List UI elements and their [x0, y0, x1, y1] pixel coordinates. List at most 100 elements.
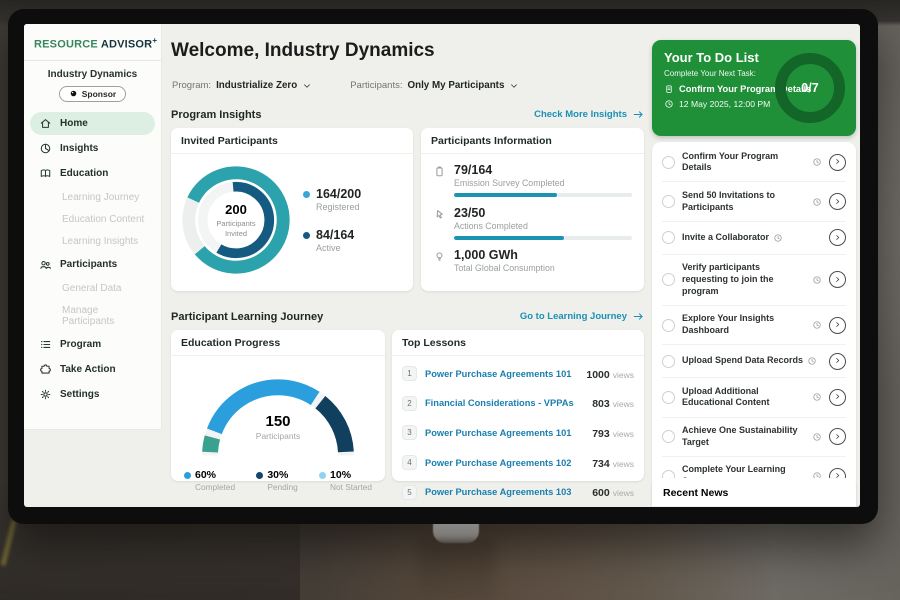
task-row[interactable]: Achieve One Sustainability Target — [662, 418, 846, 457]
donut-center: 200 Participants Invited — [177, 161, 295, 279]
clock-icon — [812, 392, 822, 402]
task-row[interactable]: Send 50 Invitations to Participants — [662, 182, 846, 221]
task-checkbox[interactable] — [662, 156, 675, 169]
sidebar-item[interactable]: Participants — [30, 253, 155, 276]
lesson-row[interactable]: 5 Power Purchase Agreements 103 600views — [392, 477, 644, 507]
sidebar-item[interactable]: Home — [30, 112, 155, 135]
metric-value: 79/164 — [454, 163, 632, 177]
task-checkbox[interactable] — [662, 319, 675, 332]
legend-dot — [303, 191, 310, 198]
sidebar-item[interactable]: Insights — [30, 137, 155, 160]
learning-journey-title: Participant Learning Journey — [171, 311, 323, 323]
invited-legend: 164/200 Registered 84/164 Active — [303, 187, 361, 253]
task-label: Upload Spend Data Records — [682, 355, 803, 367]
go-to-learning-journey-link[interactable]: Go to Learning Journey — [520, 310, 645, 323]
home-icon — [39, 117, 52, 130]
metric-progress-fill — [454, 193, 557, 197]
chevron-right-icon — [833, 233, 843, 243]
chevron-right-icon — [833, 275, 843, 285]
legend-label: Active — [316, 243, 354, 253]
lesson-rank-badge: 4 — [402, 455, 417, 470]
task-label: Confirm Your Program Details — [682, 151, 808, 174]
lesson-row[interactable]: 2 Financial Considerations - VPPAs 803vi… — [392, 389, 644, 419]
sidebar-item[interactable]: Settings — [30, 383, 155, 406]
lesson-row[interactable]: 4 Power Purchase Agreements 102 734views — [392, 448, 644, 478]
learning-journey-header: Participant Learning Journey Go to Learn… — [171, 310, 645, 323]
lesson-title-link[interactable]: Financial Considerations - VPPAs — [425, 398, 584, 408]
task-checkbox[interactable] — [662, 273, 675, 286]
task-checkbox[interactable] — [662, 195, 675, 208]
legend-dot — [256, 472, 263, 479]
task-row[interactable]: Invite a Collaborator — [662, 222, 846, 255]
lesson-title-link[interactable]: Power Purchase Agreements 101 — [425, 428, 584, 438]
task-row[interactable]: Verify participants requesting to join t… — [662, 255, 846, 306]
org-name: Industry Dynamics — [28, 69, 157, 80]
todo-progress-ring: 0/7 — [775, 53, 845, 123]
metric-progress-track — [454, 236, 632, 240]
program-insights-title: Program Insights — [171, 109, 261, 121]
sidebar-item[interactable]: Education Content — [30, 209, 155, 229]
clock-icon — [812, 320, 822, 330]
participants-filter[interactable]: Participants: Only My Participants — [350, 80, 519, 91]
lesson-row[interactable]: 1 Power Purchase Agreements 101 1000view… — [392, 359, 644, 389]
invited-donut-chart: 200 Participants Invited — [177, 161, 295, 279]
gauge-center: 150 Participants — [189, 413, 367, 441]
lesson-views-suffix: views — [613, 488, 634, 498]
task-label: Invite a Collaborator — [682, 232, 769, 244]
legend-label: Registered — [316, 202, 361, 212]
task-go-button[interactable] — [829, 154, 846, 171]
sidebar-item-label: Insights — [60, 143, 98, 154]
lesson-row[interactable]: 3 Power Purchase Agreements 101 793views — [392, 418, 644, 448]
task-row[interactable]: Upload Additional Educational Content — [662, 378, 846, 417]
task-row[interactable]: Confirm Your Program Details — [662, 143, 846, 182]
task-checkbox[interactable] — [662, 231, 675, 244]
sidebar-item[interactable]: Learning Journey — [30, 187, 155, 207]
lesson-views-suffix: views — [613, 370, 634, 380]
task-label: Send 50 Invitations to Participants — [682, 190, 808, 213]
task-go-button[interactable] — [829, 271, 846, 288]
recent-news-card: Recent News — [652, 478, 856, 507]
edu-legend-item: 60% Completed — [184, 469, 235, 492]
gauge-center-value: 150 — [189, 413, 367, 430]
todo-summary-card: Your To Do List Complete Your Next Task:… — [652, 40, 856, 136]
sidebar-item[interactable]: Program — [30, 333, 155, 356]
task-checkbox[interactable] — [662, 430, 675, 443]
recent-news-title: Recent News — [652, 478, 856, 507]
sidebar-item[interactable]: Manage Participants — [30, 300, 155, 331]
task-checkbox[interactable] — [662, 355, 675, 368]
sidebar-item[interactable]: General Data — [30, 278, 155, 298]
task-label: Explore Your Insights Dashboard — [682, 313, 808, 336]
task-go-button[interactable] — [829, 229, 846, 246]
metric-label: Emission Survey Completed — [454, 178, 632, 188]
lesson-title-link[interactable]: Power Purchase Agreements 102 — [425, 458, 584, 468]
metric-row: 79/164 Emission Survey Completed — [433, 163, 632, 197]
metric-value: 1,000 GWh — [454, 248, 632, 262]
lesson-views-count: 1000 — [586, 369, 609, 381]
program-filter[interactable]: Program: Industrialize Zero — [172, 80, 312, 91]
go-to-learning-journey-label: Go to Learning Journey — [520, 311, 627, 322]
task-row[interactable]: Explore Your Insights Dashboard — [662, 306, 846, 345]
task-go-button[interactable] — [829, 428, 846, 445]
task-checkbox[interactable] — [662, 391, 675, 404]
sidebar-item-label: Learning Insights — [62, 236, 138, 247]
legend-value: 164/200 — [316, 187, 361, 201]
task-row[interactable]: Upload Spend Data Records — [662, 345, 846, 378]
sponsor-badge-icon — [69, 89, 78, 98]
lesson-title-link[interactable]: Power Purchase Agreements 103 — [425, 487, 584, 497]
task-go-button[interactable] — [829, 193, 846, 210]
sponsor-badge[interactable]: Sponsor — [59, 86, 126, 102]
task-go-button[interactable] — [829, 317, 846, 334]
sidebar-item[interactable]: Education — [30, 162, 155, 185]
check-more-insights-link[interactable]: Check More Insights — [534, 108, 645, 121]
legend-dot — [319, 472, 326, 479]
sidebar-item[interactable]: Learning Insights — [30, 231, 155, 251]
insights-icon — [39, 142, 52, 155]
chevron-right-icon — [833, 356, 843, 366]
sidebar-item-label: Take Action — [60, 364, 116, 375]
sidebar-item[interactable]: Take Action — [30, 358, 155, 381]
sidebar-item-label: Program — [60, 339, 101, 350]
task-go-button[interactable] — [829, 353, 846, 370]
lesson-title-link[interactable]: Power Purchase Agreements 101 — [425, 369, 578, 379]
task-go-button[interactable] — [829, 389, 846, 406]
clock-icon — [812, 275, 822, 285]
